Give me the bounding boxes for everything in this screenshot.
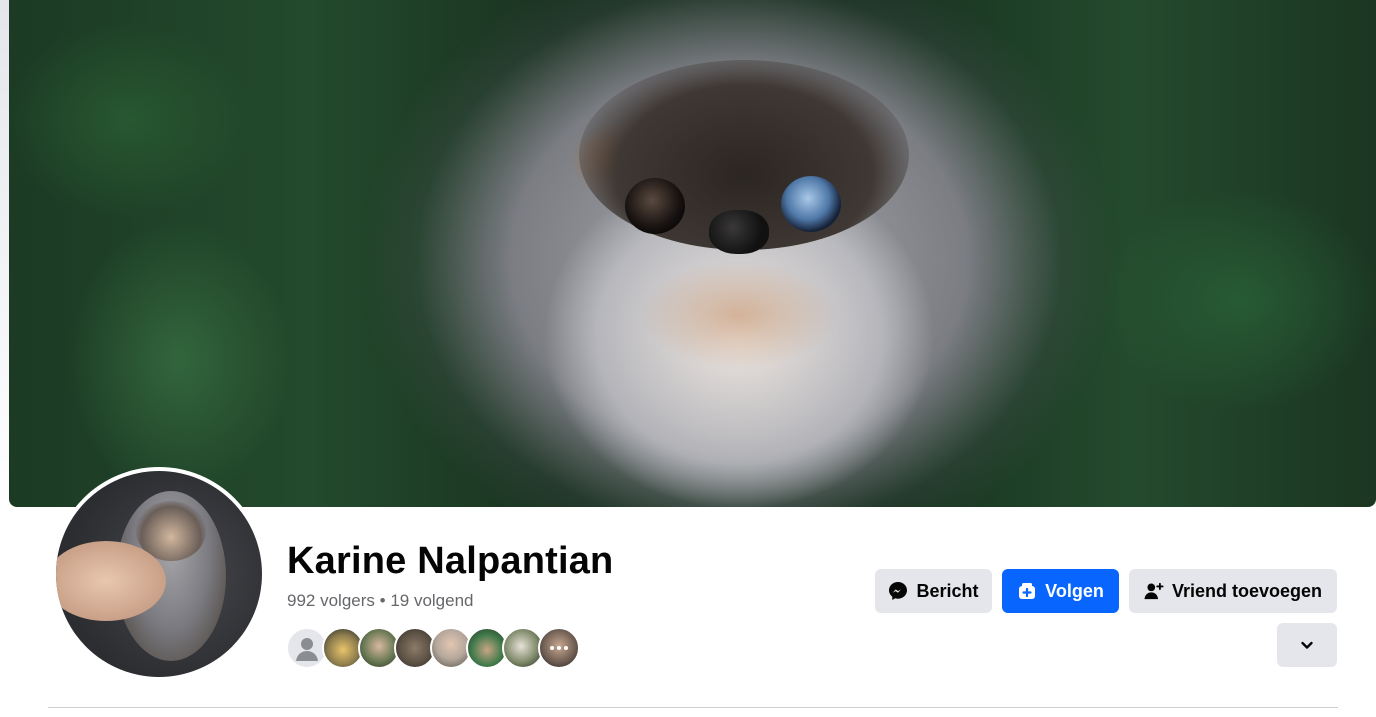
message-button[interactable]: Bericht xyxy=(875,569,992,613)
profile-picture[interactable] xyxy=(52,467,266,681)
following-link[interactable]: 19 volgend xyxy=(390,591,473,610)
follow-icon xyxy=(1017,581,1037,601)
page-edge xyxy=(0,0,9,507)
follow-stats: 992 volgers • 19 volgend xyxy=(287,591,474,611)
cover-dog-eye-blue xyxy=(781,176,841,232)
chevron-down-icon xyxy=(1297,635,1317,655)
default-avatar-icon xyxy=(288,629,326,667)
cover-dog-nose xyxy=(709,210,769,254)
add-friend-label: Vriend toevoegen xyxy=(1171,580,1323,601)
stats-separator: • xyxy=(379,591,386,610)
cover-photo[interactable] xyxy=(9,0,1376,507)
messenger-icon xyxy=(888,581,908,601)
profile-divider xyxy=(48,707,1338,708)
more-dots-icon xyxy=(540,629,578,667)
friend-avatars xyxy=(286,627,580,669)
add-friend-button[interactable]: Vriend toevoegen xyxy=(1129,569,1337,613)
cover-dog-eye-brown xyxy=(625,178,685,234)
message-label: Bericht xyxy=(916,580,979,601)
follow-button[interactable]: Volgen xyxy=(1002,569,1119,613)
cover-dog-muzzle xyxy=(639,260,839,370)
add-friend-icon xyxy=(1144,581,1164,601)
follow-label: Volgen xyxy=(1045,580,1104,601)
friend-avatar-more[interactable] xyxy=(538,627,580,669)
profile-name: Karine Nalpantian xyxy=(287,540,614,582)
followers-link[interactable]: 992 volgers xyxy=(287,591,375,610)
more-options-button[interactable] xyxy=(1277,623,1337,667)
profile-picture-image xyxy=(56,471,262,677)
